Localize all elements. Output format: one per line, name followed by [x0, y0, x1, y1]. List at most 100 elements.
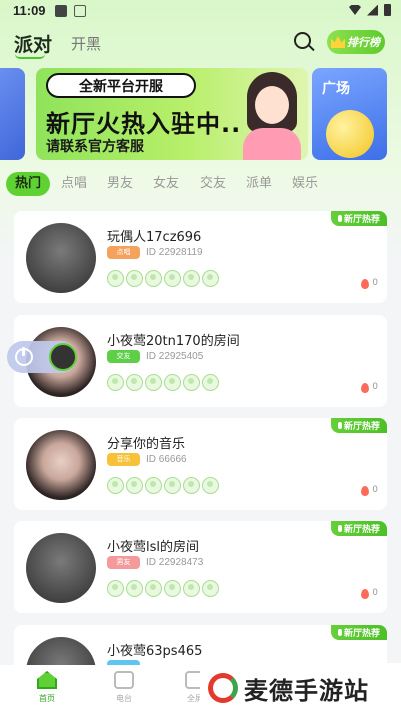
new-room-badge: 新厅热荐 — [331, 211, 387, 226]
seat-icon — [145, 270, 162, 287]
plaza-banner[interactable]: 广场 — [312, 68, 387, 160]
fire-icon — [361, 486, 369, 496]
seat-icon — [164, 580, 181, 597]
heat-count: 0 — [372, 382, 378, 392]
nav-radio-label: 电台 — [116, 694, 132, 703]
crown-icon — [331, 36, 345, 48]
seat-icon — [183, 270, 200, 287]
room-id: ID 66666 — [146, 454, 187, 465]
room-avatar — [26, 533, 96, 603]
plaza-label: 广场 — [322, 81, 350, 97]
heat-count: 0 — [372, 588, 378, 598]
nav-radio[interactable]: 电台 — [99, 671, 149, 704]
active-tab-indicator — [15, 54, 45, 59]
new-room-badge: 新厅热荐 — [331, 521, 387, 536]
room-tag: 点唱 — [107, 246, 140, 259]
new-room-badge: 新厅热荐 — [331, 418, 387, 433]
tab-entertainment[interactable]: 娱乐 — [292, 172, 318, 196]
seat-list — [107, 580, 219, 597]
tab-party[interactable]: 派对 — [14, 30, 52, 57]
room-id: ID 22928473 — [146, 557, 204, 568]
promo-banner[interactable]: 全新平台开服 新厅火热入驻中.. 请联系官方客服 — [36, 68, 308, 160]
room-name: 小夜莺63ps465 — [107, 644, 203, 659]
power-icon[interactable] — [15, 347, 33, 366]
room-name: 小夜莺lsl的房间 — [107, 540, 199, 555]
mic-icon — [337, 629, 342, 636]
fire-icon — [361, 279, 369, 289]
room-card[interactable]: 玩偶人17cz696 点唱 ID 22928119 0 新厅热荐 — [14, 211, 387, 303]
seat-icon — [183, 580, 200, 597]
status-bar: 11:09 — [0, 0, 401, 24]
app-header: 派对 开黑 排行榜 — [0, 28, 401, 60]
leaderboard-label: 排行榜 — [347, 36, 380, 49]
seat-icon — [183, 374, 200, 391]
seat-icon — [164, 270, 181, 287]
seat-icon — [145, 580, 162, 597]
seat-icon — [126, 270, 143, 287]
seat-icon — [107, 270, 124, 287]
battery-icon — [384, 4, 391, 16]
floating-avatar — [49, 343, 77, 371]
banner-tag: 全新平台开服 — [46, 73, 196, 98]
seat-icon — [126, 580, 143, 597]
status-icons — [349, 4, 391, 16]
seat-icon — [145, 374, 162, 391]
seat-icon — [202, 374, 219, 391]
seat-icon — [107, 477, 124, 494]
floating-room-widget[interactable] — [7, 341, 77, 373]
mic-icon — [337, 525, 342, 532]
room-id: ID 22928119 — [146, 247, 203, 258]
home-icon — [37, 671, 57, 689]
notification-icon — [55, 5, 67, 17]
seat-icon — [107, 580, 124, 597]
room-tag: 男友 — [107, 556, 140, 569]
radio-icon — [114, 671, 134, 689]
seat-icon — [164, 477, 181, 494]
room-tag: 交友 — [107, 350, 140, 363]
mic-icon — [337, 215, 342, 222]
seat-icon — [183, 477, 200, 494]
room-avatar — [26, 430, 96, 500]
search-button[interactable] — [293, 31, 315, 53]
tab-hot[interactable]: 热门 — [6, 172, 51, 196]
tab-orders[interactable]: 派单 — [246, 172, 272, 196]
seat-icon — [164, 374, 181, 391]
nav-home[interactable]: 首页 — [22, 671, 72, 704]
wifi-icon — [349, 5, 361, 15]
seat-icon — [202, 477, 219, 494]
room-tag: 音乐 — [107, 453, 140, 466]
banner-prev-peek[interactable] — [0, 68, 25, 160]
tab-kaihei[interactable]: 开黑 — [71, 33, 101, 54]
room-name: 小夜莺20tn170的房间 — [107, 334, 240, 349]
heat-count: 0 — [372, 278, 378, 288]
room-name: 分享你的音乐 — [107, 437, 186, 452]
room-card[interactable]: 小夜莺lsl的房间 男友 ID 22928473 0 新厅热荐 — [14, 521, 387, 613]
mic-icon — [337, 422, 342, 429]
watermark: 麦德手游站 — [200, 663, 401, 713]
watermark-logo-icon — [208, 673, 238, 703]
tab-friends[interactable]: 交友 — [200, 172, 226, 196]
watermark-text: 麦德手游站 — [244, 676, 369, 705]
tab-boyfriend[interactable]: 男友 — [107, 172, 133, 196]
tab-girlfriend[interactable]: 女友 — [153, 172, 179, 196]
cast-icon — [74, 5, 86, 17]
status-time: 11:09 — [13, 3, 46, 18]
leaderboard-button[interactable]: 排行榜 — [327, 30, 385, 54]
planet-icon — [326, 110, 374, 158]
fire-icon — [361, 589, 369, 599]
tab-sing[interactable]: 点唱 — [61, 172, 87, 196]
room-id: ID 22925405 — [146, 351, 204, 362]
heat-count: 0 — [372, 485, 378, 495]
banner-title: 新厅火热入驻中.. — [46, 110, 242, 138]
seat-icon — [202, 270, 219, 287]
banner-illustration — [241, 72, 303, 160]
room-avatar — [26, 223, 96, 293]
room-card[interactable]: 分享你的音乐 音乐 ID 66666 0 新厅热荐 — [14, 418, 387, 510]
seat-icon — [126, 477, 143, 494]
fire-icon — [361, 383, 369, 393]
nav-home-label: 首页 — [39, 694, 55, 703]
seat-icon — [145, 477, 162, 494]
signal-icon — [367, 4, 378, 16]
room-name: 玩偶人17cz696 — [107, 230, 202, 245]
seat-icon — [107, 374, 124, 391]
